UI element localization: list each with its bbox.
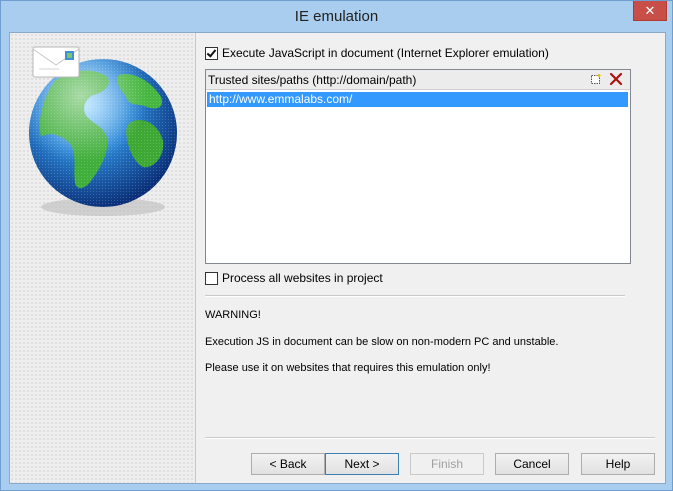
next-button[interactable]: Next > (325, 453, 399, 475)
process-all-label[interactable]: Process all websites in project (222, 271, 383, 285)
finish-button[interactable]: Finish (410, 453, 484, 475)
window-title: IE emulation (294, 8, 379, 25)
globe-illustration (29, 46, 177, 216)
trusted-sites-header-label: Trusted sites/paths (http://domain/path) (208, 73, 417, 87)
process-all-checkbox[interactable] (205, 271, 218, 285)
execute-js-label[interactable]: Execute JavaScript in document (Internet… (222, 46, 549, 60)
back-button[interactable]: < Back (251, 453, 325, 475)
title-bar[interactable]: IE emulation ✕ (1, 1, 672, 32)
warning-line-2: Please use it on websites that requires … (205, 362, 491, 374)
cancel-button[interactable]: Cancel (495, 453, 569, 475)
dialog-content: Execute JavaScript in document (Internet… (9, 32, 666, 484)
execute-js-option[interactable]: Execute JavaScript in document (Internet… (205, 45, 549, 61)
wizard-side-panel (10, 33, 196, 483)
help-button[interactable]: Help (581, 453, 655, 475)
close-button[interactable]: ✕ (633, 1, 667, 21)
warning-line-1: Execution JS in document can be slow on … (205, 336, 559, 348)
delete-x-icon[interactable] (609, 72, 623, 86)
trusted-sites-header: Trusted sites/paths (http://domain/path) (206, 70, 630, 90)
trusted-site-row[interactable]: http://www.emmalabs.com/ (207, 92, 628, 107)
process-all-option[interactable]: Process all websites in project (205, 270, 383, 286)
new-item-icon[interactable] (590, 73, 602, 85)
envelope-icon (32, 46, 80, 78)
ie-emulation-dialog: IE emulation ✕ Execute JavaScript in doc… (0, 0, 673, 491)
warning-title: WARNING! (205, 309, 261, 321)
execute-js-checkbox[interactable] (205, 46, 218, 60)
buttons-divider (205, 437, 655, 439)
options-divider (205, 295, 625, 297)
trusted-sites-list[interactable]: Trusted sites/paths (http://domain/path)… (205, 69, 631, 264)
globe-highlight (29, 59, 177, 207)
